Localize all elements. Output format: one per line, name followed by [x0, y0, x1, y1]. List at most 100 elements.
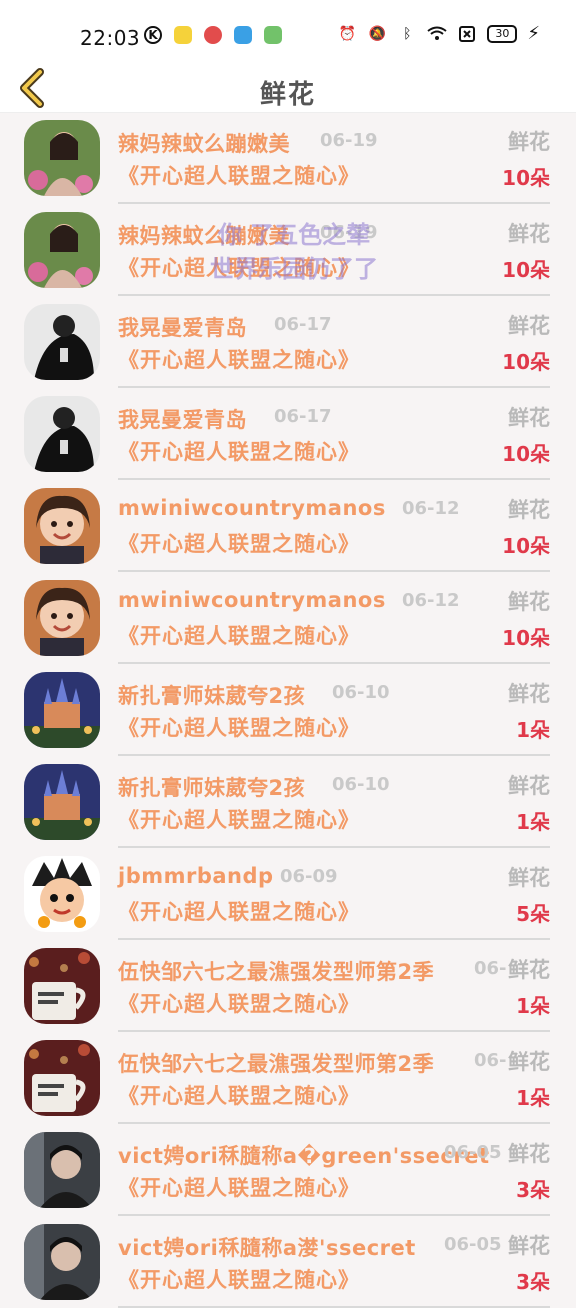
avatar[interactable]: [24, 1224, 100, 1300]
list-item[interactable]: vict娉ori秝膸称a�green'ssecret 06-05 鲜花 《开心超…: [0, 1124, 576, 1216]
gift-type: 鲜花: [508, 1234, 550, 1258]
sender-name: 我晃曼爱青岛: [118, 316, 247, 340]
avatar[interactable]: [24, 948, 100, 1024]
gift-type: 鲜花: [508, 866, 550, 890]
program-name: 《开心超人联盟之随心》: [118, 348, 360, 372]
avatar[interactable]: [24, 212, 100, 288]
status-time: 22:03: [80, 26, 141, 50]
list-item[interactable]: 伍快邹六七之最潐强发型师第2季 06- 鲜花 《开心超人联盟之随心》 1朵: [0, 1032, 576, 1124]
gift-record-list: 辣妈辣蚊么蹦嫩美 06-19 鲜花 《开心超人联盟之随心》 10朵 辣妈辣蚊么蹦…: [0, 112, 576, 1308]
sim-icon: [457, 24, 477, 44]
gift-amount: 1朵: [516, 718, 550, 742]
gift-amount: 10朵: [502, 350, 550, 374]
avatar[interactable]: [24, 1040, 100, 1116]
gift-type: 鲜花: [508, 314, 550, 338]
program-name: 《开心超人联盟之随心》: [118, 808, 360, 832]
gift-date: 06-17: [274, 406, 332, 427]
gift-date: 06-10: [332, 682, 390, 703]
program-name: 《开心超人联盟之随心》: [118, 532, 360, 556]
program-name: 《开心超人联盟之随心》: [118, 624, 360, 648]
avatar[interactable]: [24, 672, 100, 748]
gift-date: 06-19: [320, 222, 378, 243]
program-name: 《开心超人联盟之随心》: [118, 1176, 360, 1200]
list-item[interactable]: 我晃曼爱青岛 06-17 鲜花 《开心超人联盟之随心》 10朵: [0, 296, 576, 388]
gift-amount: 10朵: [502, 442, 550, 466]
program-name: 《开心超人联盟之随心》: [118, 992, 360, 1016]
alarm-icon: ⏰: [338, 26, 357, 42]
program-name: 《开心超人联盟之随心》: [118, 164, 360, 188]
gift-type: 鲜花: [508, 130, 550, 154]
sender-name: 伍快邹六七之最潐强发型师第2季: [118, 960, 435, 984]
gift-amount: 10朵: [502, 166, 550, 190]
gift-amount: 3朵: [516, 1270, 550, 1294]
program-name: 《开心超人联盟之随心》: [118, 1268, 360, 1292]
gift-amount: 1朵: [516, 994, 550, 1018]
program-name: 《开心超人联盟之随心》: [118, 716, 360, 740]
avatar[interactable]: [24, 120, 100, 196]
sender-name: 伍快邹六七之最潐强发型师第2季: [118, 1052, 435, 1076]
gift-type: 鲜花: [508, 406, 550, 430]
gift-date: 06-05: [444, 1234, 502, 1255]
program-name: 《开心超人联盟之随心》: [118, 1084, 360, 1108]
sender-name: 新扎膏师妹葳夸2孩: [118, 684, 306, 708]
wifi-icon: [427, 24, 447, 44]
battery-icon: 30: [487, 25, 518, 43]
gift-type: 鲜花: [508, 958, 550, 982]
program-name: 《开心超人联盟之随心》: [118, 900, 360, 924]
avatar[interactable]: [24, 580, 100, 656]
sender-name: 我晃曼爱青岛: [118, 408, 247, 432]
app-icon-red: [204, 26, 222, 44]
system-icons: ⏰ 🔕 ᛒ 30 ⚡: [337, 24, 540, 44]
gift-amount: 5朵: [516, 902, 550, 926]
status-bar: 22:03 K ⏰ 🔕 ᛒ 30 ⚡: [0, 0, 576, 62]
gift-date: 06-12: [402, 590, 460, 611]
list-item[interactable]: 新扎膏师妹葳夸2孩 06-10 鲜花 《开心超人联盟之随心》 1朵: [0, 756, 576, 848]
bluetooth-icon: ᛒ: [403, 26, 412, 42]
gift-type: 鲜花: [508, 1142, 550, 1166]
list-item[interactable]: 我晃曼爱青岛 06-17 鲜花 《开心超人联盟之随心》 10朵: [0, 388, 576, 480]
avatar[interactable]: [24, 304, 100, 380]
app-icon-green: [264, 26, 282, 44]
gift-date: 06-17: [274, 314, 332, 335]
list-item[interactable]: 辣妈辣蚊么蹦嫩美 06-19 鲜花 《开心超人联盟之随心》 10朵: [0, 204, 576, 296]
charging-icon: ⚡: [527, 23, 540, 44]
gift-date: 06-: [474, 1050, 507, 1071]
avatar[interactable]: [24, 764, 100, 840]
gift-type: 鲜花: [508, 682, 550, 706]
list-item[interactable]: mwiniwcountrymanos 06-12 鲜花 《开心超人联盟之随心》 …: [0, 572, 576, 664]
list-item[interactable]: vict娉ori秝膸称a漤'ssecret 06-05 鲜花 《开心超人联盟之随…: [0, 1216, 576, 1308]
list-item[interactable]: 辣妈辣蚊么蹦嫩美 06-19 鲜花 《开心超人联盟之随心》 10朵: [0, 112, 576, 204]
gift-date: 06-05: [444, 1142, 502, 1163]
battery-level: 30: [495, 27, 510, 40]
app-icon-blue: [234, 26, 252, 44]
page-title: 鲜花: [259, 80, 316, 110]
sender-name: mwiniwcountrymanos: [118, 496, 386, 520]
sender-name: mwiniwcountrymanos: [118, 588, 386, 612]
list-item[interactable]: mwiniwcountrymanos 06-12 鲜花 《开心超人联盟之随心》 …: [0, 480, 576, 572]
avatar[interactable]: [24, 856, 100, 932]
list-item[interactable]: 伍快邹六七之最潐强发型师第2季 06- 鲜花 《开心超人联盟之随心》 1朵: [0, 940, 576, 1032]
program-name: 《开心超人联盟之随心》: [118, 440, 360, 464]
gift-date: 06-12: [402, 498, 460, 519]
gift-amount: 10朵: [502, 534, 550, 558]
sender-name: jbmmrbandp: [118, 864, 274, 888]
gift-type: 鲜花: [508, 222, 550, 246]
avatar[interactable]: [24, 396, 100, 472]
mute-icon: 🔕: [368, 26, 387, 42]
program-name: 《开心超人联盟之随心》: [118, 256, 360, 280]
list-item[interactable]: jbmmrbandp 06-09 鲜花 《开心超人联盟之随心》 5朵: [0, 848, 576, 940]
gift-amount: 10朵: [502, 626, 550, 650]
gift-type: 鲜花: [508, 590, 550, 614]
avatar[interactable]: [24, 488, 100, 564]
gift-amount: 3朵: [516, 1178, 550, 1202]
list-item[interactable]: 新扎膏师妹葳夸2孩 06-10 鲜花 《开心超人联盟之随心》 1朵: [0, 664, 576, 756]
gift-date: 06-19: [320, 130, 378, 151]
gift-date: 06-10: [332, 774, 390, 795]
avatar[interactable]: [24, 1132, 100, 1208]
k-app-icon: K: [144, 26, 162, 44]
gift-amount: 1朵: [516, 810, 550, 834]
sender-name: 新扎膏师妹葳夸2孩: [118, 776, 306, 800]
sender-name: 辣妈辣蚊么蹦嫩美: [118, 132, 290, 156]
gift-amount: 1朵: [516, 1086, 550, 1110]
sender-name: vict娉ori秝膸称a�green'ssecret: [118, 1144, 490, 1168]
